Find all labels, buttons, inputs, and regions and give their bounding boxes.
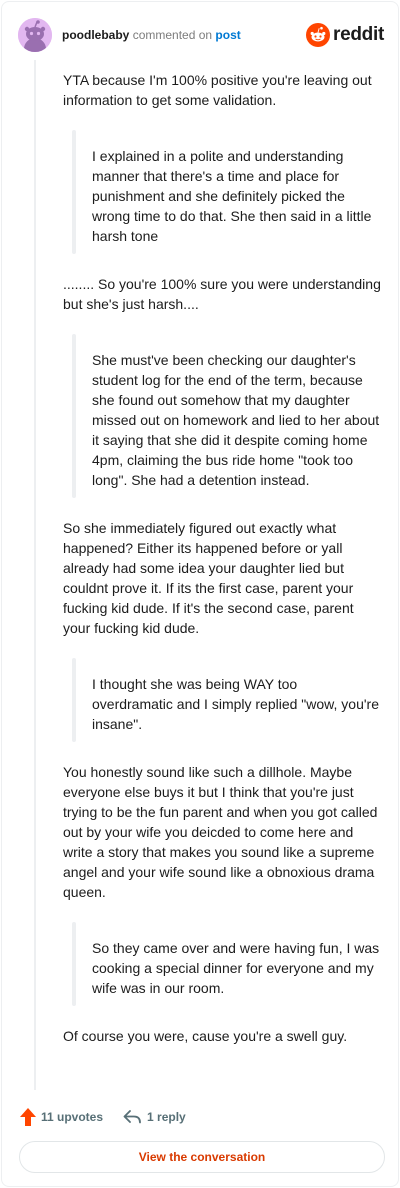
quote-text: I thought she was being WAY too overdram… <box>92 676 379 732</box>
blockquote: She must've been checking our daughter's… <box>72 334 381 498</box>
quote-text: I explained in a polite and understandin… <box>92 148 372 244</box>
upvote-arrow-icon <box>20 1108 36 1126</box>
blockquote: So they came over and were having fun, I… <box>72 922 381 1006</box>
comment-meta: poodlebaby commented on post <box>62 27 241 43</box>
reddit-alien-icon <box>306 23 331 47</box>
comment-paragraph: You honestly sound like such a dillhole.… <box>63 764 378 900</box>
action-verb: commented on <box>132 28 213 42</box>
comment-actions: 11 upvotes 1 reply <box>20 1106 186 1128</box>
comment-card: poodlebaby commented on post reddit YTA … <box>1 1 399 1187</box>
blockquote: I thought she was being WAY too overdram… <box>72 658 381 742</box>
reply-arrow-icon <box>123 1110 141 1124</box>
snoo-avatar-icon <box>18 18 52 52</box>
comment-paragraph: ........ So you're 100% sure you were un… <box>63 276 381 312</box>
reddit-logo[interactable]: reddit <box>306 22 384 48</box>
reddit-wordmark: reddit <box>333 24 384 45</box>
thread-line <box>34 60 36 1090</box>
comment-paragraph: YTA because I'm 100% positive you're lea… <box>63 72 372 108</box>
user-avatar[interactable] <box>18 18 52 52</box>
view-conversation-button[interactable]: View the conversation <box>19 1141 385 1173</box>
quote-text: She must've been checking our daughter's… <box>92 352 380 488</box>
upvote-count: 11 upvotes <box>41 1110 104 1124</box>
post-link[interactable]: post <box>215 28 240 42</box>
reply-button[interactable]: 1 reply <box>123 1110 186 1124</box>
reply-count: 1 reply <box>147 1110 186 1124</box>
upvote-button[interactable]: 11 upvotes <box>20 1108 103 1126</box>
blockquote: I explained in a polite and understandin… <box>72 130 381 254</box>
username-link[interactable]: poodlebaby <box>62 28 129 42</box>
quote-text: So they came over and were having fun, I… <box>92 940 380 996</box>
comment-paragraph: Of course you were, cause you're a swell… <box>63 1028 348 1044</box>
comment-header: poodlebaby commented on post reddit <box>18 18 384 52</box>
comment-paragraph: So she immediately figured out exactly w… <box>63 520 354 636</box>
comment-body: YTA because I'm 100% positive you're lea… <box>63 70 381 1066</box>
